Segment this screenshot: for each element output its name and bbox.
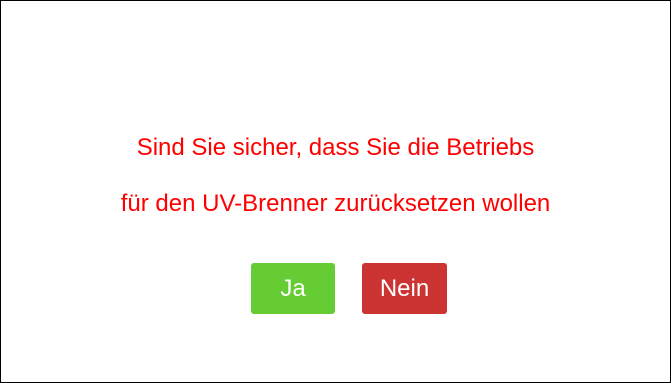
confirm-message-line-2: für den UV-Brenner zurücksetzen wollen (120, 190, 551, 217)
yes-button[interactable]: Ja (251, 263, 335, 314)
confirm-message-line-1: Sind Sie sicher, dass Sie die Betriebs (136, 134, 535, 161)
confirm-dialog: Sind Sie sicher, dass Sie die Betriebs f… (0, 0, 671, 383)
no-button[interactable]: Nein (362, 263, 447, 314)
